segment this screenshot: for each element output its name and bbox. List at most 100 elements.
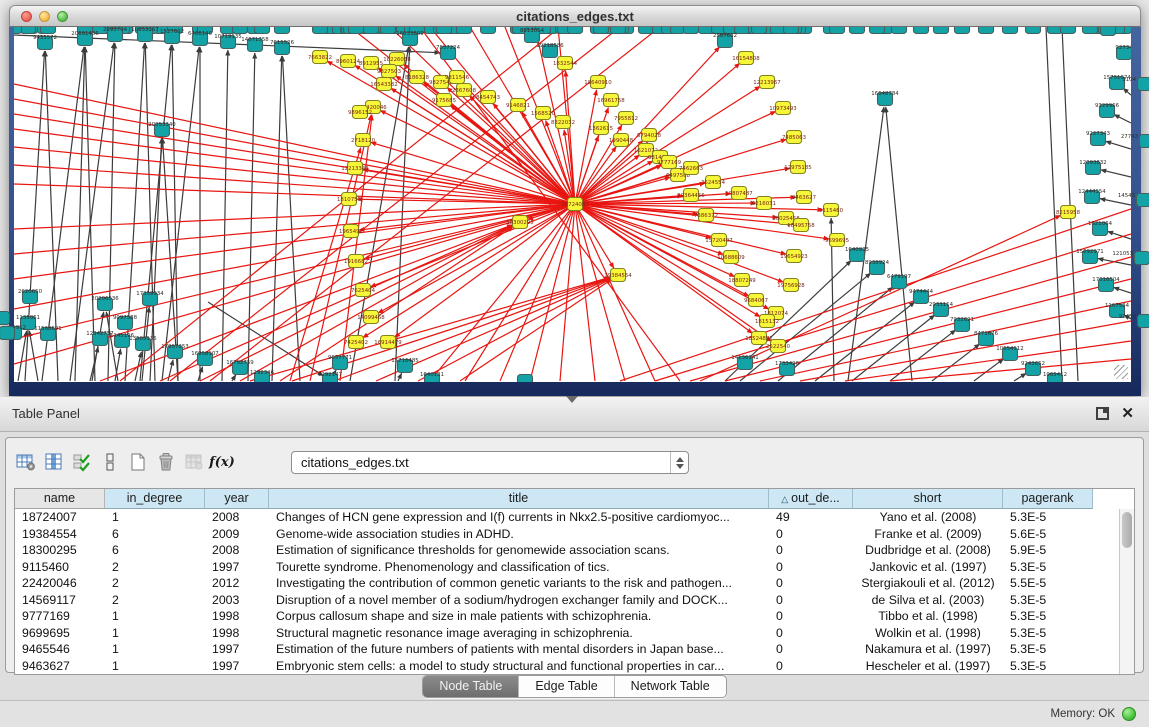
table-cell[interactable]: 22420046 [15,575,105,592]
graph-edge[interactable] [740,273,871,381]
table-cell[interactable]: Estimation of the future numbers of pati… [269,641,769,658]
graph-node[interactable] [639,27,654,34]
table-cell[interactable]: 49 [769,509,853,526]
table-cell[interactable]: 0 [769,592,853,609]
graph-node[interactable] [752,27,767,34]
table-cell[interactable]: 2008 [205,542,269,559]
graph-edge[interactable] [1114,287,1131,293]
table-cell[interactable]: 2 [105,575,205,592]
graph-node[interactable] [518,375,533,383]
graph-edge[interactable] [1106,141,1131,149]
graph-node[interactable] [349,27,364,34]
table-cell[interactable]: Franke et al. (2009) [853,526,1003,543]
graph-node[interactable] [233,27,248,34]
table-row[interactable]: 1456911722003Disruption of a novel membe… [15,592,1119,609]
tab-network-table[interactable]: Network Table [615,676,726,697]
graph-edge[interactable] [140,45,171,381]
graph-node[interactable] [457,27,472,34]
graph-node[interactable] [364,27,379,34]
graph-edge[interactable] [272,56,282,381]
float-panel-icon[interactable] [1096,407,1109,420]
graph-node[interactable] [313,27,328,34]
table-cell[interactable]: 0 [769,608,853,625]
graph-node[interactable] [275,27,290,34]
graph-node[interactable] [830,27,845,34]
table-cell[interactable]: 0 [769,575,853,592]
graph-edge[interactable] [222,50,228,381]
graph-edge[interactable] [378,204,575,313]
graph-edge[interactable] [14,204,575,254]
table-cell[interactable]: 1997 [205,658,269,675]
graph-edge[interactable] [1123,88,1131,95]
table-cell[interactable]: 9465546 [15,641,105,658]
graph-edge[interactable] [1100,199,1131,205]
graph-edge[interactable] [14,204,575,229]
table-cell[interactable]: Tibbo et al. (1998) [853,608,1003,625]
table-cell[interactable]: 19384554 [15,526,105,543]
table-cell[interactable]: 1998 [205,608,269,625]
table-row[interactable]: 1872400712008Changes of HCN gene express… [15,509,1119,526]
table-cell[interactable]: 1 [105,658,205,675]
graph-edge[interactable] [125,43,145,381]
graph-edge[interactable] [29,331,38,381]
table-cell[interactable]: 6 [105,542,205,559]
scrollbar-thumb[interactable] [1122,512,1132,548]
graph-edge[interactable] [120,27,560,381]
graph-edge[interactable] [1124,315,1131,319]
column-header-out_de[interactable]: △out_de... [769,489,853,509]
graph-node[interactable] [1101,27,1116,36]
graph-edge[interactable] [852,315,935,381]
table-cell[interactable]: 9463627 [15,658,105,675]
table-cell[interactable]: Embryonic stem cells: a model to study s… [269,658,769,675]
graph-node[interactable] [255,27,270,34]
new-table-icon[interactable] [126,449,150,475]
graph-node[interactable] [850,27,865,34]
tab-node-table[interactable]: Node Table [423,676,519,697]
table-cell[interactable]: Tourette syndrome. Phenomenology and cla… [269,559,769,576]
graph-node[interactable] [784,27,799,34]
table-cell[interactable]: 9115460 [15,559,105,576]
table-cell[interactable]: 5.9E-5 [1003,542,1093,559]
table-cell[interactable]: 2003 [205,592,269,609]
table-row[interactable]: 2242004622012Investigating the contribut… [15,575,1119,592]
table-vertical-scrollbar[interactable] [1119,509,1134,674]
column-header-pagerank[interactable]: pagerank [1003,489,1093,509]
table-cell[interactable]: 9777169 [15,608,105,625]
panel-collapse-arrow-icon[interactable] [566,396,578,403]
graph-node[interactable] [934,27,949,34]
resize-grip-icon[interactable] [1114,365,1128,379]
table-cell[interactable]: 5.5E-5 [1003,575,1093,592]
table-cell[interactable]: 0 [769,625,853,642]
table-cell[interactable]: 0 [769,658,853,675]
table-row[interactable]: 1830029562008Estimation of significance … [15,542,1119,559]
table-cell[interactable]: 2 [105,592,205,609]
table-cell[interactable]: 5.3E-5 [1003,509,1093,526]
graph-node[interactable] [437,27,452,34]
table-cell[interactable]: Disruption of a novel member of a sodium… [269,592,769,609]
graph-node[interactable] [979,27,994,34]
table-cell[interactable]: 1 [105,641,205,658]
graph-edge[interactable] [14,204,575,339]
graph-node[interactable] [892,27,907,34]
graph-edge[interactable] [232,375,236,381]
graph-edge[interactable] [398,373,402,381]
table-cell[interactable]: 1 [105,625,205,642]
table-cell[interactable]: 5.3E-5 [1003,559,1093,576]
row-height-icon[interactable] [98,449,122,475]
graph-node[interactable] [955,27,970,34]
table-cell[interactable]: Stergiakouli et al. (2012) [853,575,1003,592]
table-settings-icon[interactable] [14,449,38,475]
graph-node[interactable] [568,27,583,34]
graph-edge[interactable] [1014,373,1026,381]
table-row[interactable]: 969969511998Structural magnetic resonanc… [15,625,1119,642]
tab-edge-table[interactable]: Edge Table [519,676,614,697]
graph-edge[interactable] [460,279,611,381]
table-cell[interactable]: 1 [105,509,205,526]
network-view-canvas[interactable]: 9435572206914062093794106532671527602646… [14,27,1131,382]
column-header-short[interactable]: short [853,489,1003,509]
column-header-name[interactable]: name [15,489,105,509]
table-cell[interactable]: 5.3E-5 [1003,625,1093,642]
table-cell[interactable]: Wolkin et al. (1998) [853,625,1003,642]
graph-edge[interactable] [1046,27,1062,381]
graph-node[interactable] [1003,27,1018,34]
